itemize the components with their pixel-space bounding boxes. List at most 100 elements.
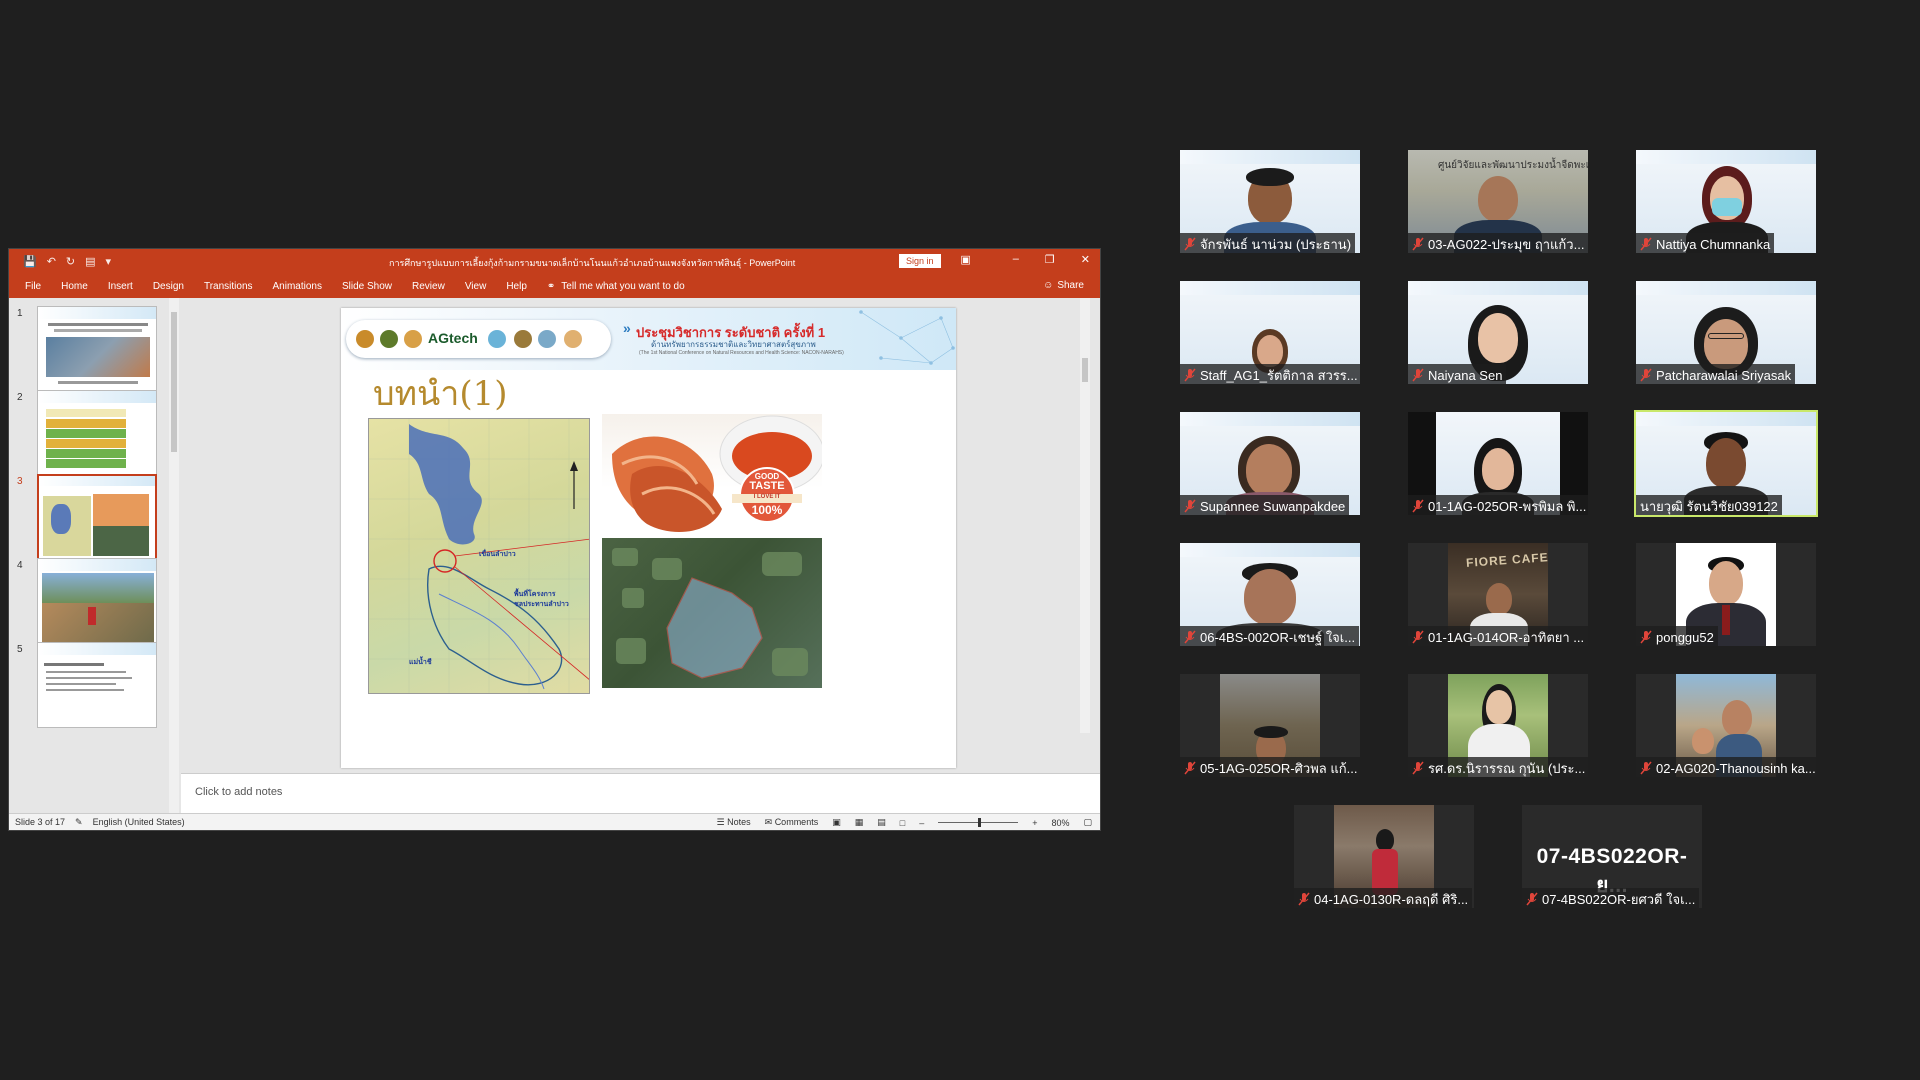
comments-toggle[interactable]: ✉ Comments [765, 817, 819, 828]
participant-tile[interactable]: 05-1AG-025OR-ศิวพล แก้... [1180, 674, 1360, 777]
slide-thumbnail-4[interactable] [37, 558, 157, 644]
participant-name: นายวุฒิ รัตนวิชัย039122 [1640, 498, 1778, 514]
participant-tile[interactable]: Patcharawalai Sriyasak [1636, 281, 1816, 384]
zoom-level[interactable]: 80% [1051, 818, 1069, 828]
tab-transitions[interactable]: Transitions [204, 281, 253, 292]
badge-text-percent: 100% [751, 503, 783, 517]
participant-tile[interactable]: Staff_AG1_รัตติกาล สวรร... [1180, 281, 1360, 384]
tab-animations[interactable]: Animations [273, 281, 322, 292]
zoom-in-icon[interactable]: + [1032, 818, 1037, 828]
redo-icon[interactable]: ↻ [66, 255, 75, 268]
faculty-logo-icon [380, 330, 398, 348]
slide-thumbnail-1[interactable] [37, 306, 157, 392]
thumbnail-number: 3 [17, 476, 23, 487]
undo-icon[interactable]: ↶ [47, 255, 56, 268]
participant-tile[interactable]: Naiyana Sen [1408, 281, 1588, 384]
mic-muted-icon [1184, 237, 1196, 251]
thumbnails-scroll-thumb[interactable] [171, 312, 177, 452]
tab-view[interactable]: View [465, 281, 487, 292]
zoom-out-icon[interactable]: – [919, 818, 924, 828]
tell-me-search[interactable]: ⚭ Tell me what you want to do [547, 281, 685, 292]
slide-thumbnail-2[interactable] [37, 390, 157, 476]
university-seal-icon [356, 330, 374, 348]
restore-icon[interactable]: ❐ [1045, 253, 1055, 266]
participant-name: 02-AG020-Thanousinh ka... [1656, 760, 1816, 776]
thumbnails-scrollbar[interactable] [169, 298, 179, 813]
thumbnail-row[interactable]: 5 [9, 642, 169, 730]
notes-pane[interactable]: Click to add notes [181, 773, 1100, 813]
sign-in-button[interactable]: Sign in [899, 254, 941, 268]
participant-name-bar: 06-4BS-002OR-เชษฐ์ ใจเ... [1180, 626, 1360, 646]
thumbnail-row[interactable]: 3 [9, 474, 169, 562]
ribbon-display-options-icon[interactable]: ▣ [960, 253, 970, 266]
participant-tile[interactable]: ponggu52 [1636, 543, 1816, 646]
participant-tile-active-speaker[interactable]: นายวุฒิ รัตนวิชัย039122 [1634, 410, 1818, 517]
thumbnail-row[interactable]: 4 [9, 558, 169, 646]
slide-vertical-scrollbar[interactable] [1080, 298, 1090, 733]
spellcheck-icon[interactable]: ✎ [75, 817, 83, 828]
participant-name-bar: 05-1AG-025OR-ศิวพล แก้... [1180, 757, 1360, 777]
participant-name: Naiyana Sen [1428, 367, 1503, 383]
participant-tile[interactable]: FIORE CAFE 01-1AG-014OR-อาทิตยา ... [1408, 543, 1588, 646]
close-icon[interactable]: ✕ [1081, 253, 1090, 266]
customize-toolbar-icon[interactable]: ▾ [106, 255, 112, 268]
participant-tile[interactable]: รศ.ดร.นิรารรณ กุนัน (ประ... [1408, 674, 1588, 777]
slide-sorter-icon[interactable]: ▦ [855, 817, 864, 828]
participant-face [1486, 583, 1512, 615]
notes-icon: ☰ [716, 817, 725, 827]
participant-hair [1376, 829, 1394, 851]
participant-face [1704, 319, 1748, 369]
tab-design[interactable]: Design [153, 281, 184, 292]
current-slide[interactable]: AGtech » ประชุมวิชาการ ระดับชาติ ครั้งที… [341, 308, 956, 768]
save-icon[interactable]: 💾 [23, 255, 37, 268]
slide-scroll-thumb[interactable] [1082, 358, 1088, 382]
slide-canvas[interactable]: AGtech » ประชุมวิชาการ ระดับชาติ ครั้งที… [181, 298, 1090, 773]
start-from-beginning-icon[interactable]: ▤ [85, 255, 95, 268]
mic-muted-icon [1412, 368, 1424, 382]
map-label-irrigation: ชลประทานลำปาว [514, 601, 569, 608]
background-banner [1408, 281, 1588, 295]
slide-thumbnail-3[interactable] [37, 474, 157, 560]
background-banner [1180, 543, 1360, 557]
minimize-icon[interactable]: – [1013, 253, 1019, 266]
partner-logos: AGtech [346, 320, 611, 358]
language-indicator[interactable]: English (United States) [93, 817, 185, 828]
thumbnail-row[interactable]: 2 [9, 390, 169, 478]
participant-name-bar: 02-AG020-Thanousinh ka... [1636, 757, 1816, 777]
normal-view-icon[interactable]: ▣ [832, 817, 841, 828]
participant-tile-no-video[interactable]: 07-4BS022OR-ย... 07-4BS022OR-ยศวดี ใจเ..… [1522, 805, 1702, 908]
slideshow-view-icon[interactable]: □ [900, 818, 905, 828]
participant-tile[interactable]: Nattiya Chumnanka [1636, 150, 1816, 253]
tab-slide-show[interactable]: Slide Show [342, 281, 392, 292]
tab-home[interactable]: Home [61, 281, 88, 292]
thumbnail-row[interactable]: 1 [9, 306, 169, 394]
zoom-slider-knob[interactable] [978, 818, 982, 827]
participant-tile[interactable]: จักรพันธ์ นาน่วม (ประธาน) [1180, 150, 1360, 253]
participant-tile[interactable]: 01-1AG-025OR-พรพิมล พิ... [1408, 412, 1588, 515]
child-face [1692, 728, 1714, 754]
zoom-slider[interactable] [938, 818, 1019, 827]
fit-to-window-icon[interactable]: ▢ [1083, 817, 1092, 828]
participant-face [1486, 690, 1512, 724]
participant-tile[interactable]: 02-AG020-Thanousinh ka... [1636, 674, 1816, 777]
room-sign-text: ศูนย์วิจัยและพัฒนาประมงน้ำจืดพะเยา [1438, 160, 1588, 171]
tab-file[interactable]: File [25, 281, 41, 292]
participant-tile[interactable]: 04-1AG-0130R-ดลฤดี ศิริ... [1294, 805, 1474, 908]
lightbulb-icon: ⚭ [546, 280, 556, 292]
participant-name: 05-1AG-025OR-ศิวพล แก้... [1200, 760, 1358, 776]
map-label-dam: เขื่อนลำปาว [479, 551, 516, 558]
participant-tile[interactable]: 06-4BS-002OR-เชษฐ์ ใจเ... [1180, 543, 1360, 646]
share-button[interactable]: ☺ Share [1043, 280, 1084, 291]
participant-tile[interactable]: ศูนย์วิจัยและพัฒนาประมงน้ำจืดพะเยา 03-AG… [1408, 150, 1588, 253]
tab-insert[interactable]: Insert [108, 281, 133, 292]
tab-review[interactable]: Review [412, 281, 445, 292]
satellite-photo [602, 538, 822, 688]
thumbnail-number: 4 [17, 560, 23, 571]
notes-toggle[interactable]: ☰ Notes [717, 817, 751, 828]
conference-english-title: (The 1st National Conference on Natural … [639, 350, 844, 356]
reading-view-icon[interactable]: ▤ [877, 817, 886, 828]
participant-tile[interactable]: Supannee Suwanpakdee [1180, 412, 1360, 515]
slide-thumbnail-5[interactable] [37, 642, 157, 728]
tab-help[interactable]: Help [506, 281, 527, 292]
participant-tie [1722, 605, 1730, 635]
